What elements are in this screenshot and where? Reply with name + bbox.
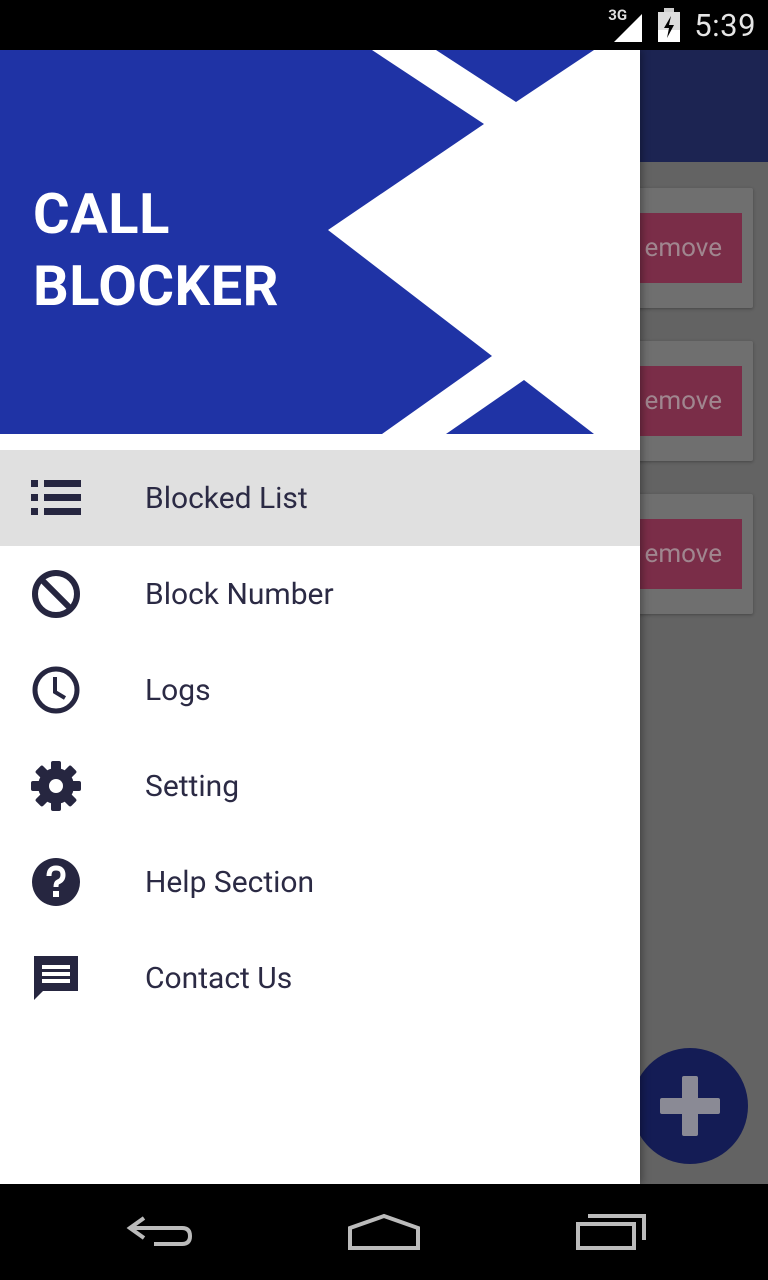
clock-icon	[30, 664, 82, 716]
menu-item-label: Setting	[145, 768, 240, 804]
gear-icon	[30, 760, 82, 812]
app-title: CALL BLOCKER	[33, 178, 279, 322]
menu-item-contact-us[interactable]: Contact Us	[0, 930, 640, 1026]
battery-charging-icon	[658, 8, 681, 42]
back-icon	[126, 1216, 193, 1246]
signal-icon: 3G	[608, 6, 644, 42]
recents-icon	[576, 1214, 646, 1250]
app-title-line1: CALL	[33, 181, 170, 247]
add-fab-button[interactable]	[632, 1048, 748, 1164]
add-icon	[660, 1076, 720, 1136]
menu-item-help-section[interactable]: Help Section	[0, 834, 640, 930]
home-button[interactable]	[344, 1206, 424, 1258]
menu-item-logs[interactable]: Logs	[0, 642, 640, 738]
block-icon	[30, 568, 82, 620]
home-icon	[348, 1213, 420, 1250]
navigation-drawer: CALL BLOCKER Blocked List Block Number L…	[0, 50, 640, 1184]
recents-button[interactable]	[570, 1206, 650, 1258]
back-button[interactable]	[120, 1206, 200, 1258]
chat-icon	[30, 952, 82, 1004]
menu-item-block-number[interactable]: Block Number	[0, 546, 640, 642]
menu-item-label: Blocked List	[145, 480, 308, 516]
drawer-header: CALL BLOCKER	[0, 50, 640, 434]
list-icon	[30, 472, 82, 524]
menu-item-label: Logs	[145, 672, 211, 708]
network-type: 3G	[608, 6, 628, 24]
menu-item-setting[interactable]: Setting	[0, 738, 640, 834]
menu-item-label: Block Number	[145, 576, 334, 612]
menu-item-label: Contact Us	[145, 960, 293, 996]
system-nav-bar	[0, 1184, 768, 1280]
menu-item-label: Help Section	[145, 864, 315, 900]
drawer-menu: Blocked List Block Number Logs Setting H…	[0, 450, 640, 1026]
clock: 5:39	[694, 6, 756, 44]
app-title-line2: BLOCKER	[33, 253, 280, 319]
menu-item-blocked-list[interactable]: Blocked List	[0, 450, 640, 546]
status-bar: 3G 5:39	[0, 0, 768, 50]
help-icon	[30, 856, 82, 908]
